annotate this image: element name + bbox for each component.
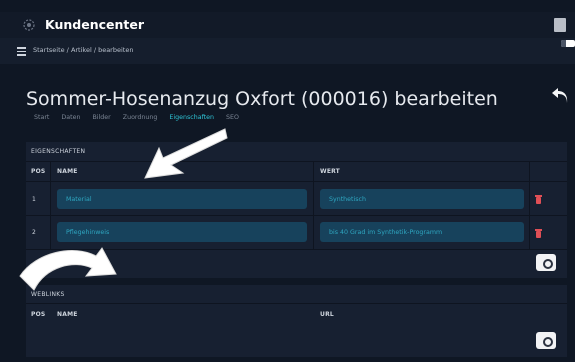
undo-arrow-icon[interactable] — [551, 88, 569, 104]
column-header-url: URL — [320, 311, 334, 318]
tab-bilder[interactable]: Bilder — [92, 114, 110, 121]
section-title: EIGENSCHAFTEN — [31, 148, 86, 155]
property-value-field[interactable]: bis 40 Grad im Synthetik-Programm — [320, 222, 524, 242]
tab-eigenschaften[interactable]: Eigenschaften — [169, 114, 214, 121]
tab-start[interactable]: Start — [34, 114, 49, 121]
add-property-button[interactable] — [536, 254, 556, 271]
app-title: Kundencenter — [45, 17, 144, 32]
breadcrumb-bar: Startseite / Artikel / bearbeiten — [0, 38, 575, 64]
column-header-pos: POS — [31, 311, 46, 318]
settings-circle-icon — [23, 19, 35, 31]
tab-seo[interactable]: SEO — [226, 114, 239, 121]
tab-daten[interactable]: Daten — [61, 114, 80, 121]
annotation-arrow-icon — [144, 128, 228, 179]
column-header-value: WERT — [320, 168, 340, 175]
breadcrumb[interactable]: Startseite / Artikel / bearbeiten — [33, 46, 133, 54]
row-position: 2 — [32, 229, 36, 236]
property-value-field[interactable]: Synthetisch — [320, 189, 524, 209]
user-avatar-icon[interactable] — [554, 18, 566, 32]
property-name-field[interactable]: Pflegehinweis — [57, 222, 307, 242]
tab-zuordnung[interactable]: Zuordnung — [123, 114, 158, 121]
column-header-pos: POS — [31, 168, 46, 175]
weblinks-card: WEBLINKS POS NAME URL — [26, 285, 567, 357]
add-weblink-button[interactable] — [536, 332, 556, 349]
delete-row-icon[interactable] — [535, 229, 542, 238]
tab-bar: Start Daten Bilder Zuordnung Eigenschaft… — [34, 114, 249, 121]
delete-row-icon[interactable] — [535, 195, 542, 204]
top-bar: Kundencenter — [0, 12, 575, 38]
row-position: 1 — [32, 196, 36, 203]
column-header-name: NAME — [57, 168, 78, 175]
annotation-curved-arrow-icon — [19, 247, 117, 291]
page-title: Sommer-Hosenanzug Oxfort (000016) bearbe… — [26, 88, 498, 110]
theme-toggle[interactable] — [561, 40, 575, 47]
property-name-field[interactable]: Material — [57, 189, 307, 209]
hamburger-menu-icon[interactable] — [17, 47, 26, 56]
column-header-name: NAME — [57, 311, 78, 318]
